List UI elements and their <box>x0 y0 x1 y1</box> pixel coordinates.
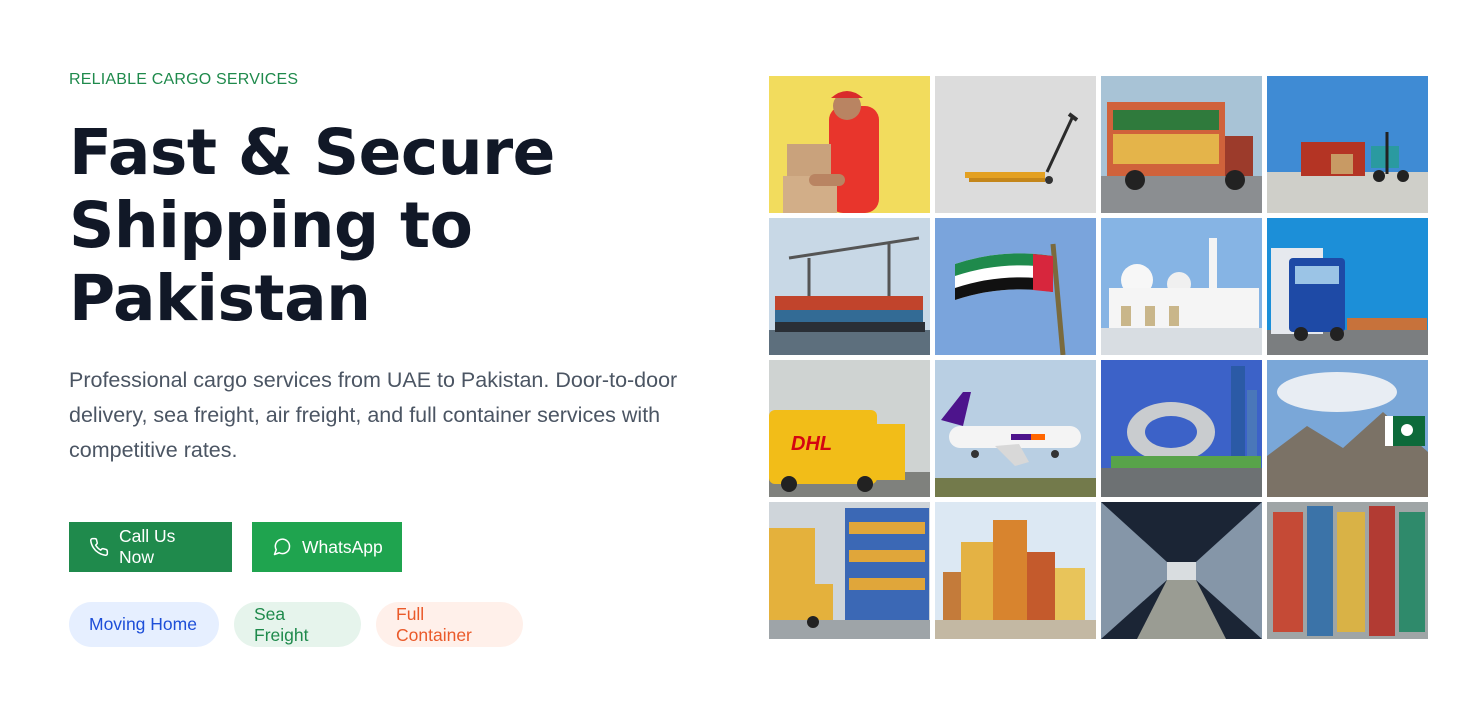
title-line-1: Fast & Secure <box>69 116 555 189</box>
tag-sea-freight[interactable]: Sea Freight <box>234 602 361 647</box>
chat-bubble-icon <box>273 538 291 556</box>
title-line-2: Shipping to <box>69 189 473 262</box>
pallet-jack-photo <box>935 76 1096 213</box>
lead-paragraph: Professional cargo services from UAE to … <box>69 368 678 462</box>
call-us-label: Call Us Now <box>119 526 176 567</box>
dhl-van-photo: DHL <box>769 360 930 497</box>
cta-buttons: Call Us Now WhatsApp <box>69 522 402 572</box>
uae-flag-photo <box>935 218 1096 355</box>
pakistan-flag-photo <box>1267 360 1428 497</box>
title-line-3: Pakistan <box>69 262 371 335</box>
phone-icon <box>90 537 109 556</box>
museum-of-future-photo <box>1101 360 1262 497</box>
warehouse-aisle-photo <box>1101 502 1262 639</box>
decorated-truck-photo <box>1101 76 1262 213</box>
tag-full-container[interactable]: Full Container <box>376 602 523 647</box>
container-yard-photo <box>1267 502 1428 639</box>
hero-text: RELIABLE CARGO SERVICES Fast & Secure Sh… <box>69 68 729 468</box>
dhl-logo-text: DHL <box>791 433 832 455</box>
delivery-man-photo <box>769 76 930 213</box>
container-port-photo <box>769 218 930 355</box>
stacked-containers-photo <box>935 502 1096 639</box>
whatsapp-label: WhatsApp <box>302 536 383 557</box>
page-title: Fast & Secure Shipping to Pakistan <box>69 116 729 335</box>
eyebrow-label: RELIABLE CARGO SERVICES <box>69 71 299 88</box>
whatsapp-button[interactable]: WhatsApp <box>252 522 402 572</box>
tag-moving-home[interactable]: Moving Home <box>69 602 219 647</box>
service-tags: Moving Home Sea Freight Full Container <box>69 602 523 647</box>
fedex-plane-photo <box>935 360 1096 497</box>
photo-gallery: DHL <box>769 76 1429 639</box>
grand-mosque-photo <box>1101 218 1262 355</box>
warehouse-forklift-photo <box>769 502 930 639</box>
container-truck-photo <box>1267 76 1428 213</box>
scania-truck-photo <box>1267 218 1428 355</box>
call-us-button[interactable]: Call Us Now <box>69 522 232 572</box>
